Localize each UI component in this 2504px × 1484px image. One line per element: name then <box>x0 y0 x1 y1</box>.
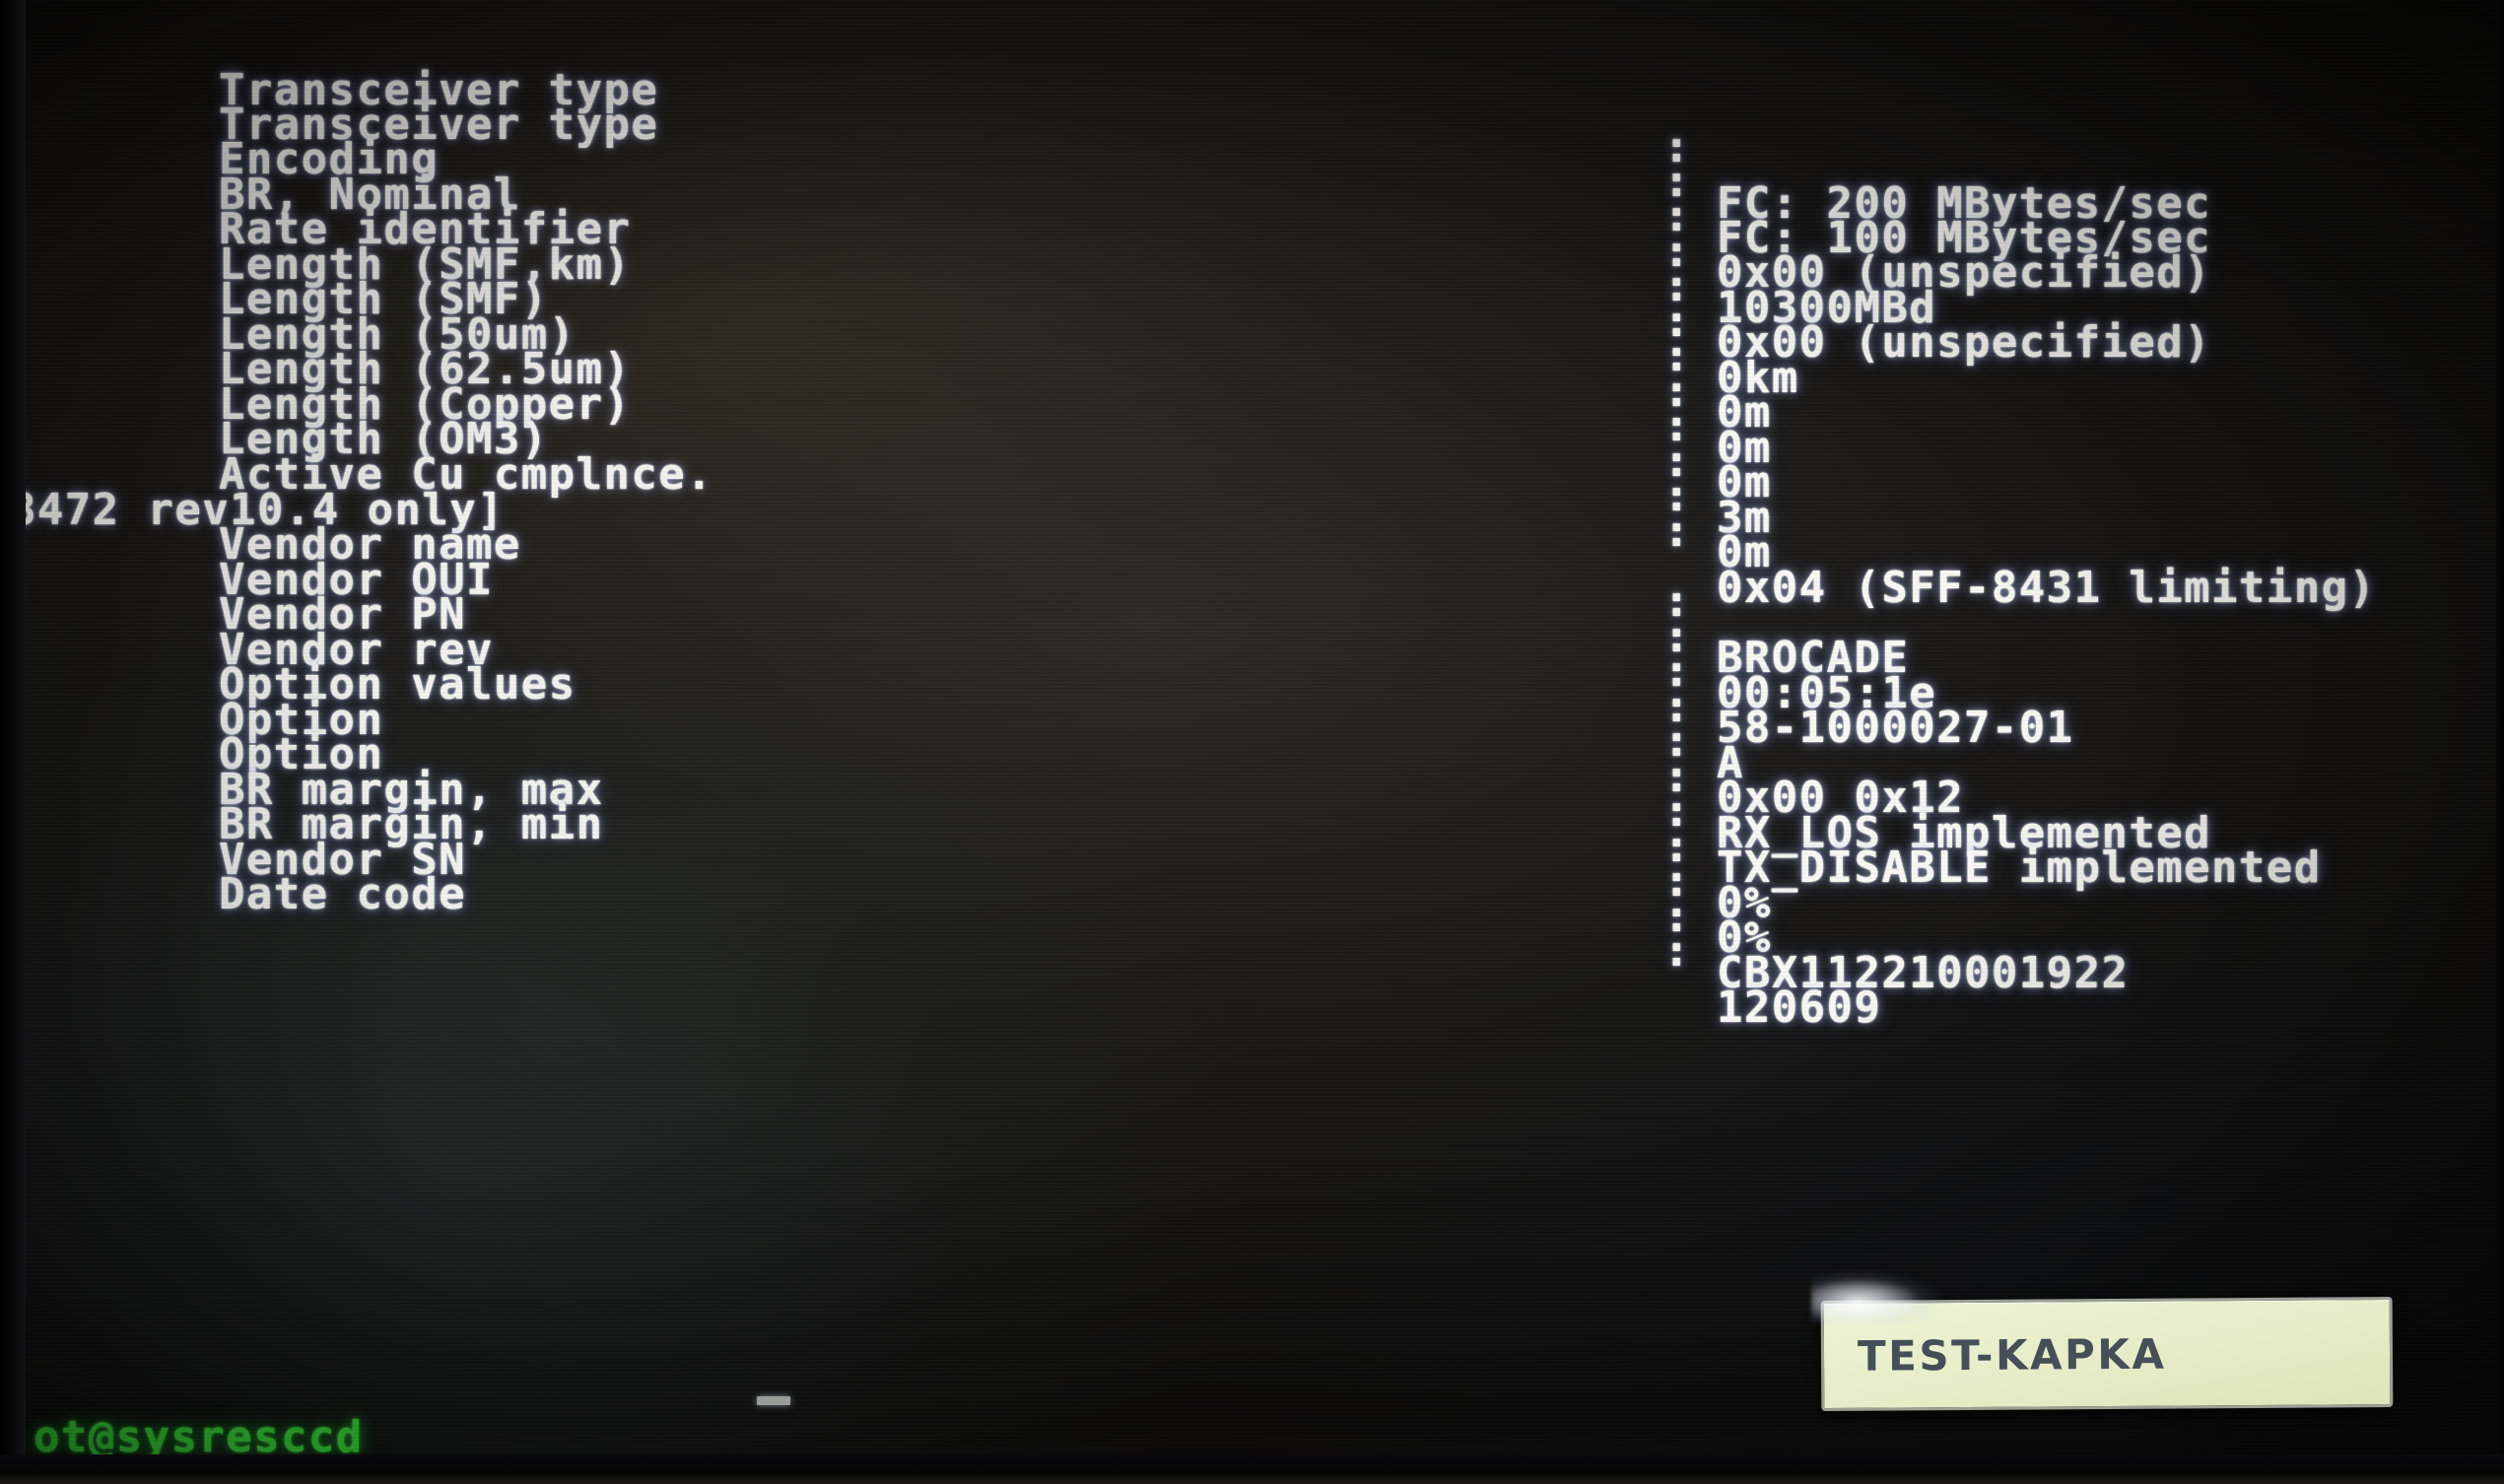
terminal-output[interactable]: Transceiver type : FC: 200 MBytes/sec Tr… <box>0 0 2504 1484</box>
screenshot-root: Transceiver type : FC: 200 MBytes/sec Tr… <box>0 0 2504 1484</box>
bezel-right-edge <box>2496 0 2504 1484</box>
text-cursor <box>757 1396 790 1405</box>
bezel-bottom-edge <box>0 1454 2504 1484</box>
field-separator: : <box>1663 925 1691 977</box>
table-row: Date code : 120609 <box>0 810 2504 1033</box>
asset-label-text: TEST-KAPKA <box>1857 1329 2167 1381</box>
asset-label-sticker: TEST-KAPKA <box>1820 1296 2394 1412</box>
field-value: 120609 <box>1717 982 1882 1034</box>
field-label: Date code <box>219 869 467 920</box>
bezel-left-edge <box>0 0 26 1484</box>
